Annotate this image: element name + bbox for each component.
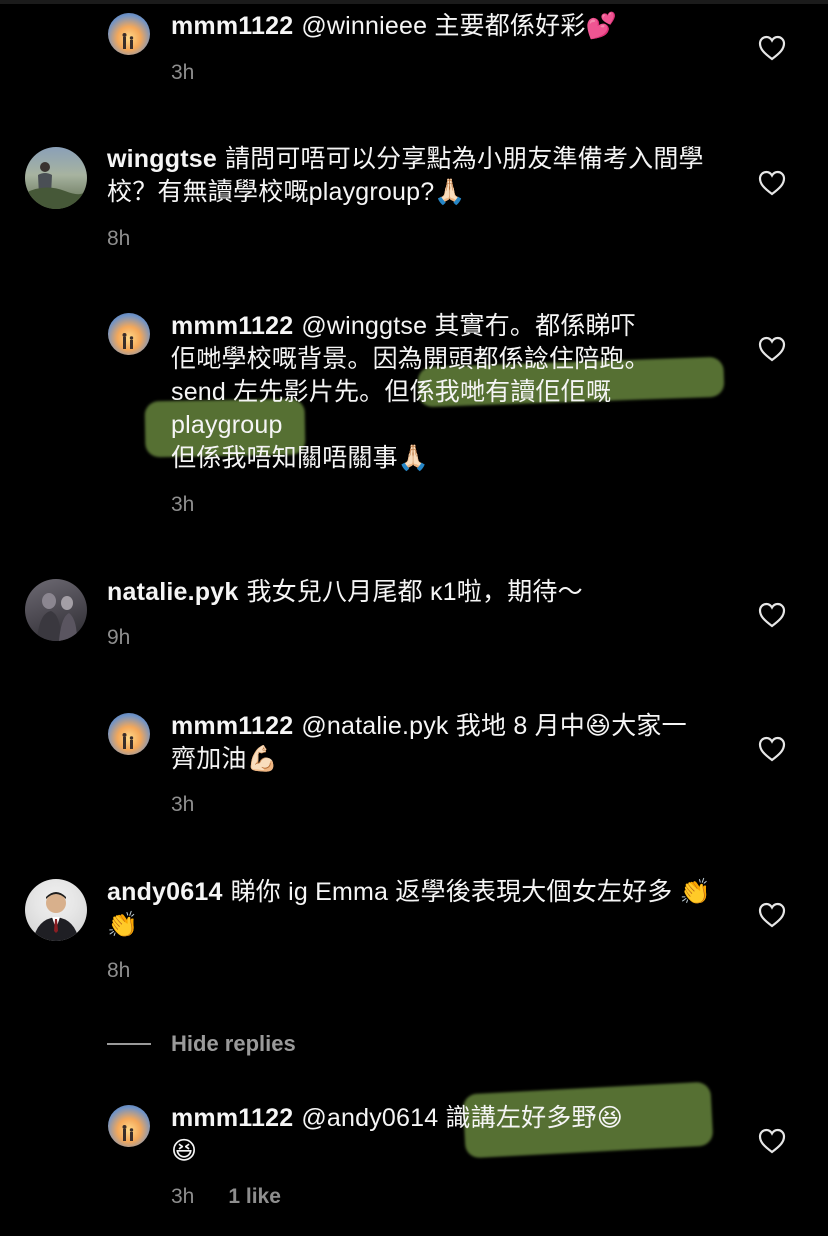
avatar[interactable] (25, 147, 87, 209)
heart-outline-icon[interactable] (758, 602, 786, 628)
avatar-people-icon (37, 593, 77, 641)
comment-time: 3h (171, 493, 195, 516)
comment-time: 8h (107, 227, 131, 250)
comment-text: natalie.pyk 我女兒八月尾都 κ1啦，期待～ (107, 576, 717, 609)
comment-body: 😆 (171, 1137, 198, 1165)
avatar-person-icon (33, 892, 79, 941)
comment-text: mmm1122 @natalie.pyk 我地 8 月中😆大家一齊加油💪🏻 (171, 710, 711, 776)
username[interactable]: winggtse (107, 145, 217, 173)
username[interactable]: mmm1122 (171, 312, 293, 340)
comment-body: 但係我唔知關唔關事🙏🏻 (171, 444, 430, 472)
username[interactable]: mmm1122 (171, 712, 293, 740)
comment-time: 3h (171, 1185, 195, 1208)
comment-text: mmm1122 @winnieee 主要都係好彩💕 (171, 10, 711, 43)
username[interactable]: mmm1122 (171, 1104, 293, 1132)
avatar[interactable] (108, 13, 150, 55)
comment-body: 我女兒八月尾都 κ1啦，期待～ (246, 578, 583, 606)
comment-text: mmm1122 @andy0614 識講左好多野😆 😆 (171, 1102, 711, 1168)
top-divider (0, 0, 828, 4)
avatar-figures-icon (122, 733, 134, 749)
hide-replies-button[interactable]: Hide replies (107, 1028, 296, 1060)
comment-body: @andy0614 (301, 1104, 439, 1132)
comment-body: @winnieee 主要都係好彩💕 (301, 12, 617, 40)
comment-time: 3h (171, 61, 195, 84)
avatar[interactable] (108, 713, 150, 755)
comment-time: 3h (171, 793, 195, 816)
comment-text: winggtse 請問可唔可以分享點為小朋友準備考入間學校？有無讀學校嘅playg… (107, 143, 707, 209)
comment-body: playgroup (171, 411, 283, 439)
avatar[interactable] (25, 879, 87, 941)
username[interactable]: natalie.pyk (107, 578, 238, 606)
comment-body: @winggtse 其實冇。都係睇吓 (301, 312, 636, 340)
comment-body: send 左先影片先。 (171, 378, 385, 406)
avatar[interactable] (108, 1105, 150, 1147)
avatar[interactable] (108, 313, 150, 355)
avatar-figures-icon (122, 333, 134, 349)
avatar-person-icon (25, 162, 87, 209)
divider-line (107, 1043, 151, 1045)
heart-outline-icon[interactable] (758, 1128, 786, 1154)
username[interactable]: andy0614 (107, 878, 223, 906)
hide-replies-label: Hide replies (171, 1031, 296, 1056)
avatar[interactable] (25, 579, 87, 641)
comment-text: mmm1122 @winggtse 其實冇。都係睇吓 佢哋學校嘅背景。因為開頭都係… (171, 310, 731, 475)
comment-text: andy0614 睇你 ig Emma 返學後表現大個女左好多 👏👏 (107, 876, 717, 942)
heart-outline-icon[interactable] (758, 336, 786, 362)
comment-time: 9h (107, 626, 131, 649)
heart-outline-icon[interactable] (758, 35, 786, 61)
comment-body: 識講左好多野😆 (445, 1104, 623, 1132)
comment-meta: 3h 1 like (171, 1185, 281, 1209)
heart-outline-icon[interactable] (758, 902, 786, 928)
comment-time: 8h (107, 959, 131, 982)
avatar-figures-icon (122, 1125, 134, 1141)
username[interactable]: mmm1122 (171, 12, 293, 40)
comment-body: 佢哋學校嘅背景。因為開頭都係諗住陪跑。 (171, 345, 650, 373)
heart-outline-icon[interactable] (758, 170, 786, 196)
comment-body: 但係我哋有讀佢佢嘅 (384, 378, 612, 406)
like-count[interactable]: 1 like (228, 1185, 281, 1208)
heart-outline-icon[interactable] (758, 736, 786, 762)
avatar-figures-icon (122, 33, 134, 49)
